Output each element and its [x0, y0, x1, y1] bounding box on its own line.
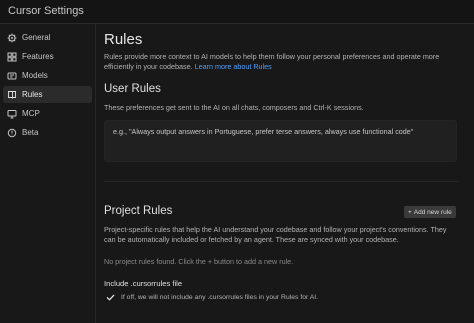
sidebar-item-label: General	[22, 33, 51, 42]
sidebar-item-label: Beta	[22, 128, 39, 137]
title-bar: Cursor Settings	[0, 0, 474, 24]
project-rules-title: Project Rules	[104, 205, 173, 217]
sidebar-item-rules[interactable]: Rules	[3, 86, 92, 103]
sidebar-item-label: Rules	[22, 90, 43, 99]
sidebar-item-beta[interactable]: Beta	[3, 124, 92, 141]
sidebar-item-label: Features	[22, 52, 54, 61]
user-rules-input[interactable]	[113, 127, 450, 155]
sidebar-item-features[interactable]: Features	[3, 48, 92, 65]
mcp-icon	[7, 109, 17, 119]
page-description: Rules provide more context to AI models …	[104, 52, 459, 72]
rules-book-icon	[7, 90, 17, 100]
user-rules-title: User Rules	[104, 83, 161, 95]
learn-more-link[interactable]: Learn more about Rules	[195, 62, 272, 71]
checkmark-icon[interactable]	[106, 293, 115, 302]
add-new-rule-button[interactable]: + Add new rule	[404, 206, 456, 218]
sidebar-item-general[interactable]: General	[3, 29, 92, 46]
empty-state-text: No project rules found. Click the + butt…	[104, 257, 294, 266]
sidebar-item-models[interactable]: Models	[3, 67, 92, 84]
beta-icon	[7, 128, 17, 138]
section-divider	[104, 181, 459, 182]
user-rules-box	[104, 120, 457, 162]
project-rules-description: Project-specific rules that help the AI …	[104, 225, 447, 244]
include-cursorrules-title: Include .cursorrules file	[104, 279, 183, 288]
settings-sidebar: General Features Models Rules MCP Beta	[0, 24, 96, 323]
rules-panel: Rules Rules provide more context to AI m…	[96, 24, 474, 323]
sidebar-item-label: MCP	[22, 109, 40, 118]
window-title: Cursor Settings	[8, 5, 84, 17]
add-new-rule-label: Add new rule	[413, 208, 452, 216]
plus-icon: +	[408, 208, 412, 216]
sidebar-item-label: Models	[22, 71, 48, 80]
gear-icon	[7, 33, 17, 43]
include-cursorrules-label: If off, we will not include any .cursorr…	[121, 294, 319, 301]
models-icon	[7, 71, 17, 81]
features-icon	[7, 52, 17, 62]
include-cursorrules-row: If off, we will not include any .cursorr…	[106, 293, 318, 302]
user-rules-subtitle: These preferences get sent to the AI on …	[104, 103, 364, 112]
page-title: Rules	[104, 31, 143, 48]
sidebar-item-mcp[interactable]: MCP	[3, 105, 92, 122]
